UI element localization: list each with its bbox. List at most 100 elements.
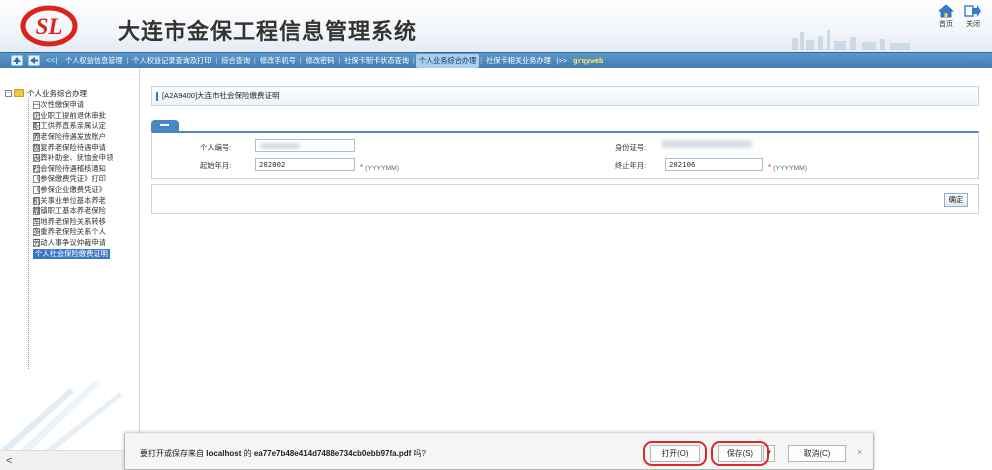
folder-icon [14,89,24,97]
end-format-text: (YYYYMM) [773,165,808,172]
sidebar-tree-item[interactable]: 军地养老保险关系转移 [33,216,139,228]
sidebar-tree-item[interactable]: 职工供养直系亲属认定 [33,121,139,132]
sidebar-tree-item[interactable]: 机关事业单位基本养老 [33,195,139,206]
redacted-id-value [662,140,752,148]
tree-item-label: 个人社会保险缴费证明 [33,248,110,259]
tree-item-label: 城镇职工基本养老保险 [33,206,106,216]
start-month-label: 起始年月: [200,161,232,170]
logo-text: SL [36,14,63,39]
message-prefix: 要打开或保存来自 [140,449,207,458]
close-button[interactable]: 关闭 [960,4,986,29]
app-title: 大连市金保工程信息管理系统 [118,20,418,45]
download-notification-bar: 要打开或保存来自 localhost 的 ea77e7b48e414d7488e… [124,433,874,470]
sidebar-tree: − 个人业务综合办理 一次性缴保申请 企业职工提前退休审批 职工供养直系亲属认定 养老… [0,69,140,450]
home-icon [938,4,954,18]
arrow-up-icon [13,57,21,64]
start-format-hint: * (YYYYMM) [360,163,399,172]
app-header: SL 大连市金保工程信息管理系统 首页 关闭 [0,0,992,52]
tree-item-list: 一次性缴保申请 企业职工提前退休审批 职工供养直系亲属认定 养老保险待遇发放账户 恢复养… [33,100,139,259]
tree-item-label: 企业职工提前退休审批 [33,110,106,120]
person-no-field[interactable] [255,139,355,152]
open-highlight-circle [643,441,707,466]
tabs-scroll-right[interactable]: |>> [554,54,570,68]
tree-item-label: 养老保险待遇发放账户 [33,132,106,142]
tabs-scroll-left[interactable]: <<| [46,56,57,65]
exit-icon [964,5,981,17]
tree-root-label: 个人业务综合办理 [27,88,87,98]
tree-item-label: 《参保企业缴费凭证》 [33,185,106,195]
confirm-button[interactable]: 确定 [944,193,968,207]
tree-item-label: 劳动人事争议仲裁申请 [33,238,106,248]
home-label: 首页 [939,21,953,28]
sidebar-tree-item[interactable]: 一次性缴保申请 [33,100,139,111]
action-bar: 确定 [151,184,979,214]
query-form: 个人编号: 身份证号: 起始年月: 202002 * (YYYYMM) 终止年月:… [151,131,979,179]
start-month-input[interactable]: 202002 [255,158,355,171]
sidebar-tree-item[interactable]: 城镇职工基本养老保险 [33,206,139,217]
tab-card-business[interactable]: 社保卡相关业务办理 [483,54,554,68]
tree-item-label: 《参保缴费凭证》打印 [33,174,106,184]
nav-back-button[interactable] [28,55,40,66]
tree-item-label: 一次性缴保申请 [33,100,85,110]
home-button[interactable]: 首页 [933,4,959,29]
end-month-label: 终止年月: [615,161,647,170]
collapse-icon[interactable]: − [5,89,12,97]
tree-item-label: 丧葬补助金、抚恤金申领 [33,153,114,163]
sidebar-tree-item[interactable]: 劳动人事争议仲裁申请 [33,238,139,249]
skyline-decoration [792,30,910,50]
sidebar-tree-item[interactable]: 丧葬补助金、抚恤金申领 [33,153,139,164]
file-name: ea77e7b48e414d7488e734cb0ebb97fa.pdf [253,449,412,458]
arrow-left-icon [30,57,38,64]
id-number-label: 身份证号: [615,143,647,152]
nav-bar: <<| 个人权益信息管理 | 个人权益记录查询及打印 | 综合查询 | 修改手机号 | … [0,52,992,68]
sidebar-tree-item[interactable]: 多重养老保险关系个人 [33,227,139,238]
start-format-text: (YYYYMM) [365,165,400,172]
download-message: 要打开或保存来自 localhost 的 ea77e7b48e414d7488e… [140,448,426,459]
tab-change-phone[interactable]: 修改手机号 [257,54,299,68]
tree-item-label: 恢复养老保险待遇申请 [33,142,106,152]
message-suffix: 吗? [411,449,426,458]
required-mark: * [360,163,364,172]
tab-change-password[interactable]: 修改密码 [303,54,338,68]
sidebar-scrollbar[interactable]: < [0,450,140,470]
close-icon[interactable]: × [857,447,862,457]
end-month-input[interactable]: 202106 [665,158,763,171]
tab-rights-info[interactable]: 个人权益信息管理 [62,54,126,68]
logo: SL [20,5,78,47]
tree-item-label: 职工供养直系亲属认定 [33,121,106,131]
sidebar-tree-item[interactable]: 《参保企业缴费凭证》 [33,185,139,196]
sidebar-tree-item[interactable]: 个人社会保险缴费证明 [33,248,139,259]
form-collapse-tab[interactable] [151,120,179,131]
tab-strip: 个人权益信息管理 | 个人权益记录查询及打印 | 综合查询 | 修改手机号 | 修改密码… [62,53,606,69]
sidebar-tree-item[interactable]: 恢复养老保险待遇申请 [33,142,139,153]
required-mark: * [768,163,772,172]
nav-dots: · · · [970,56,986,63]
message-mid: 的 [241,449,254,458]
cancel-button[interactable]: 取消(C) [788,445,846,462]
close-label: 关闭 [966,21,980,28]
tab-general-query[interactable]: 综合查询 [218,54,253,68]
tree-item-label: 社会保险待遇稽核通知 [33,163,106,173]
page-title: [A2A9400]大连市社会保险缴费证明 [151,86,979,106]
sidebar-tree-item[interactable]: 社会保险待遇稽核通知 [33,163,139,175]
redacted-value [260,143,300,149]
tree-root-node[interactable]: − 个人业务综合办理 [5,88,87,98]
tree-item-label: 机关事业单位基本养老 [33,195,106,205]
sidebar-tree-item[interactable]: 企业职工提前退休审批 [33,110,139,122]
tab-rights-record-print[interactable]: 个人权益记录查询及打印 [129,54,214,68]
source-host: localhost [206,449,242,458]
nav-up-button[interactable] [11,55,23,66]
save-highlight-circle [711,441,769,466]
tree-item-label: 多重养老保险关系个人 [33,227,106,237]
end-format-hint: * (YYYYMM) [768,163,807,172]
tab-card-status[interactable]: 社保卡制卡状态查询 [341,54,412,68]
tree-item-label: 军地养老保险关系转移 [33,216,106,226]
current-user: grqyweb [573,56,604,65]
tab-personal-business[interactable]: 个人业务综合办理 [415,54,480,68]
sidebar-decoration [0,380,122,450]
person-no-label: 个人编号: [200,143,232,152]
sidebar-tree-item[interactable]: 《参保缴费凭证》打印 [33,174,139,185]
tree-guide-line [28,98,29,369]
sidebar-tree-item[interactable]: 养老保险待遇发放账户 [33,132,139,143]
scroll-left-icon[interactable]: < [6,455,12,467]
